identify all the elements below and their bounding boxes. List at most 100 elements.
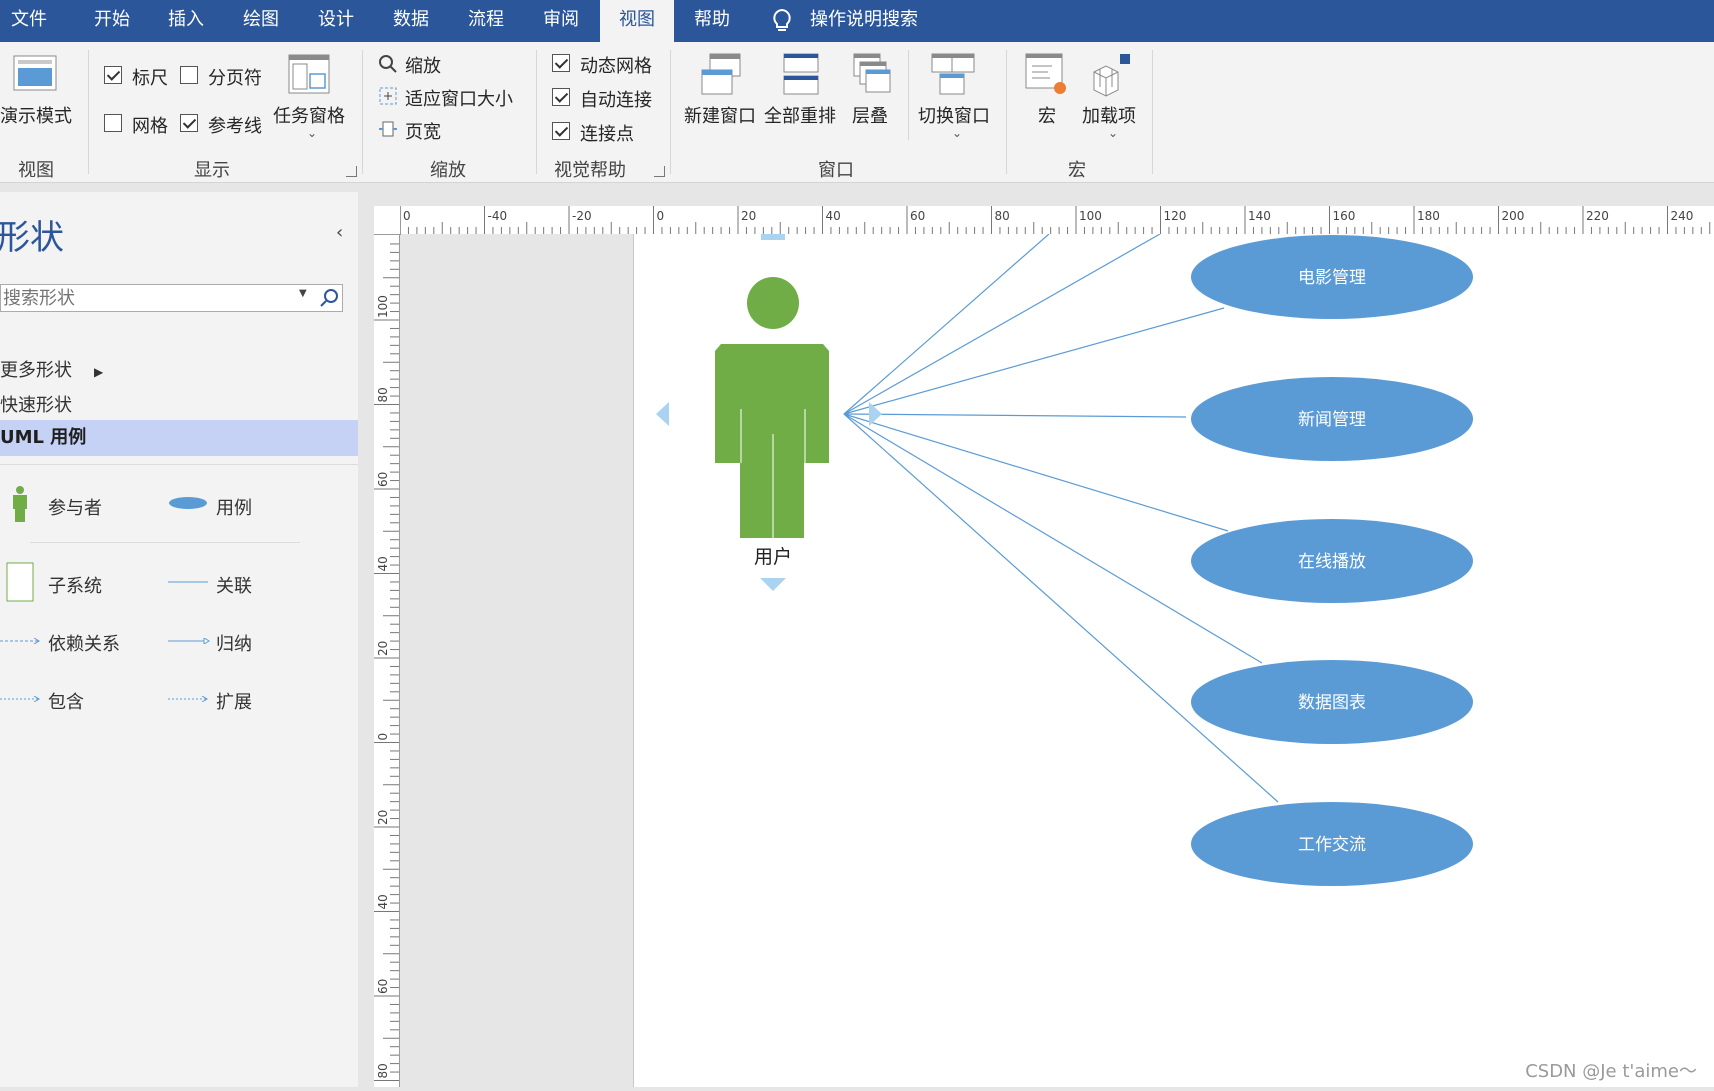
tab-file[interactable]: 文件	[0, 0, 58, 42]
macros-button[interactable]: 宏	[1038, 102, 1056, 128]
dynamic-grid-label: 动态网格	[580, 56, 652, 77]
switch-windows-icon[interactable]	[930, 52, 976, 96]
subsystem-stencil-icon[interactable]	[6, 562, 34, 602]
add-ins-button[interactable]: 加载项	[1082, 102, 1136, 128]
tab-draw[interactable]: 绘图	[233, 0, 289, 42]
association-line[interactable]	[843, 233, 1050, 415]
tab-review[interactable]: 审阅	[533, 0, 589, 42]
actor-stencil[interactable]: 参与者	[48, 494, 102, 520]
new-window-button[interactable]: 新建窗口	[684, 102, 756, 128]
shapes-pane: 形状 ‹ ▼ 更多形状▶ 快速形状 UML 用例 参与者 用例 子系统 关联 依…	[0, 192, 358, 1087]
new-window-icon[interactable]	[700, 52, 742, 96]
actor-label[interactable]: 用户	[754, 546, 792, 568]
page-breaks-checkbox[interactable]	[180, 66, 198, 84]
tab-process[interactable]: 流程	[458, 0, 514, 42]
ruler-label: 40	[826, 209, 841, 223]
show-dialog-launcher-icon[interactable]	[346, 166, 357, 177]
subsystem-stencil[interactable]: 子系统	[48, 572, 102, 598]
tab-view[interactable]: 视图	[600, 0, 674, 42]
guides-label: 参考线	[208, 116, 262, 137]
association-line[interactable]	[843, 413, 1229, 532]
use-case-shape[interactable]: 新闻管理	[1191, 377, 1473, 461]
generalization-stencil[interactable]: 归纳	[216, 630, 252, 656]
shapes-pane-title: 形状	[0, 218, 64, 258]
search-shapes-input[interactable]	[1, 285, 295, 311]
lightbulb-icon	[773, 8, 791, 31]
association-line[interactable]	[843, 413, 1263, 664]
macros-icon[interactable]	[1024, 52, 1070, 98]
actor-shape[interactable]	[715, 277, 829, 538]
group-label-macros: 宏	[1068, 160, 1086, 181]
page-width-icon	[379, 121, 397, 137]
vertical-ruler[interactable]: 100 80 60 40 20 0 20 40 60 80	[374, 206, 400, 1087]
guides-checkbox[interactable]	[180, 114, 198, 132]
association-line[interactable]	[843, 413, 1187, 418]
tab-design[interactable]: 设计	[308, 0, 364, 42]
dependency-stencil-icon[interactable]	[0, 638, 40, 644]
chevron-right-icon: ▶	[94, 365, 104, 379]
use-case-shape[interactable]: 在线播放	[1191, 519, 1473, 603]
collapse-pane-icon[interactable]: ‹	[336, 222, 343, 243]
resize-handle-bottom-icon[interactable]	[760, 578, 786, 591]
presentation-mode-button[interactable]: 演示模式	[0, 102, 72, 128]
tab-data[interactable]: 数据	[383, 0, 439, 42]
grid-checkbox[interactable]	[104, 114, 122, 132]
zoom-button[interactable]: 缩放	[405, 52, 441, 78]
tab-help[interactable]: 帮助	[684, 0, 740, 42]
tab-insert[interactable]: 插入	[158, 0, 214, 42]
task-panes-button[interactable]: 任务窗格	[273, 102, 345, 128]
tell-me-search[interactable]: 操作说明搜索	[810, 0, 918, 42]
include-stencil[interactable]: 包含	[48, 688, 84, 714]
association-line[interactable]	[843, 233, 1161, 415]
more-shapes-item[interactable]: 更多形状 ▶	[0, 356, 103, 382]
arrange-all-button[interactable]: 全部重排	[764, 102, 836, 128]
resize-handle-left-icon[interactable]	[656, 402, 669, 426]
generalization-stencil-icon[interactable]	[168, 638, 210, 644]
include-stencil-icon[interactable]	[0, 696, 40, 702]
horizontal-ruler[interactable]: 0 -40 -20 0 20 40 60 80 100 120 140 160 180 200 220 240	[374, 206, 1714, 235]
cascade-button[interactable]: 层叠	[852, 102, 888, 128]
ruler-label: 80	[376, 387, 390, 402]
page-width-button[interactable]: 页宽	[405, 118, 441, 144]
dynamic-grid-checkbox[interactable]	[552, 54, 570, 72]
search-shapes-field[interactable]: ▼	[0, 284, 343, 312]
tab-home[interactable]: 开始	[84, 0, 140, 42]
extend-stencil[interactable]: 扩展	[216, 688, 252, 714]
use-case-shape[interactable]: 数据图表	[1191, 660, 1473, 744]
use-case-label: 工作交流	[1298, 835, 1366, 855]
switch-windows-button[interactable]: 切换窗口	[918, 102, 990, 128]
association-stencil-icon[interactable]	[168, 580, 208, 584]
actor-stencil-icon[interactable]	[10, 486, 30, 524]
association-line[interactable]	[843, 307, 1225, 415]
use-case-stencil-icon[interactable]	[168, 496, 208, 510]
ruler-label: 40	[376, 556, 390, 571]
dependency-stencil[interactable]: 依赖关系	[48, 630, 120, 656]
group-label-view: 视图	[18, 160, 54, 181]
use-case-label: 数据图表	[1298, 693, 1366, 713]
quick-shapes-item[interactable]: 快速形状	[0, 391, 72, 417]
fit-to-window-button[interactable]: 适应窗口大小	[405, 85, 513, 111]
add-ins-icon[interactable]	[1088, 52, 1134, 98]
connection-points-checkbox[interactable]	[552, 122, 570, 140]
association-line[interactable]	[843, 413, 1279, 803]
task-panes-icon[interactable]	[288, 54, 330, 94]
use-case-label: 新闻管理	[1298, 410, 1366, 430]
cascade-icon[interactable]	[852, 52, 892, 96]
resize-handle-top-icon[interactable]	[761, 234, 785, 240]
ruler-label: 200	[1502, 209, 1525, 223]
arrange-all-icon[interactable]	[782, 52, 820, 96]
use-case-shape[interactable]: 电影管理	[1191, 235, 1473, 319]
dropdown-arrow-icon[interactable]: ▼	[299, 288, 307, 299]
use-case-stencil[interactable]: 用例	[216, 494, 252, 520]
ruler-checkbox[interactable]	[104, 66, 122, 84]
extend-stencil-icon[interactable]	[168, 696, 208, 702]
ruler-label: 80	[995, 209, 1010, 223]
uml-use-case-stencil-item[interactable]: UML 用例	[0, 420, 358, 456]
use-case-shape[interactable]: 工作交流	[1191, 802, 1473, 886]
association-stencil[interactable]: 关联	[216, 572, 252, 598]
visual-aids-dialog-launcher-icon[interactable]	[654, 166, 665, 177]
presentation-mode-icon[interactable]	[12, 54, 58, 94]
search-icon[interactable]	[319, 288, 339, 308]
drawing-page[interactable]: 用户 电影管理 新闻管理 在线播放 数据图表 工作交流 CSDN @Je t'a…	[633, 233, 1714, 1087]
autoconnect-checkbox[interactable]	[552, 88, 570, 106]
